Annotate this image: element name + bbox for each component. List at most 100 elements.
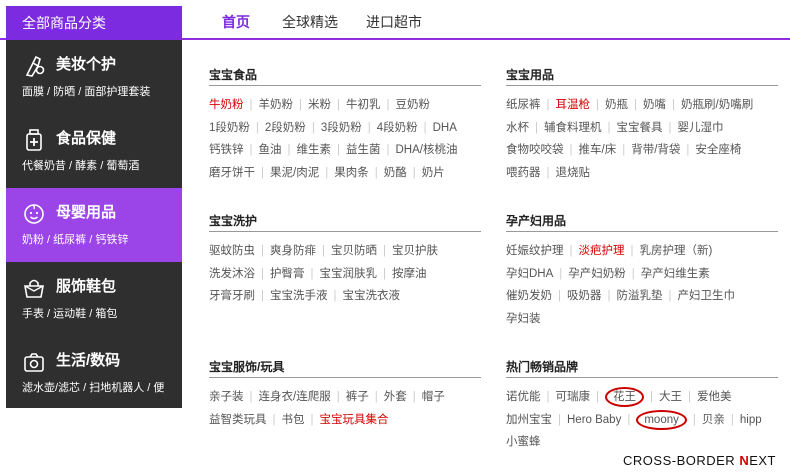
- category-link[interactable]: 纸尿裤: [506, 99, 541, 111]
- category-link[interactable]: 淡疤护理: [579, 245, 625, 257]
- category-link[interactable]: 外套: [384, 391, 407, 403]
- category-link[interactable]: 防溢乳垫: [617, 290, 663, 302]
- category-link[interactable]: 宝贝护肤: [392, 245, 438, 257]
- category-link[interactable]: 奶酪: [384, 167, 407, 179]
- category-link[interactable]: 裤子: [346, 391, 369, 403]
- category-link[interactable]: 奶瓶刷/奶嘴刷: [681, 99, 753, 111]
- category-link[interactable]: 洗发沐浴: [209, 268, 255, 280]
- tab-global-selection[interactable]: 全球精选: [282, 12, 338, 32]
- category-link[interactable]: 1段奶粉: [209, 122, 250, 134]
- category-link[interactable]: 诺优能: [506, 391, 541, 403]
- sidebar-item-life-digital[interactable]: 生活/数码 滤水壶/滤芯 / 扫地机器人 / 便: [6, 336, 182, 408]
- separator: |: [634, 99, 637, 111]
- category-link[interactable]: 护臀膏: [270, 268, 305, 280]
- separator: |: [249, 99, 253, 111]
- separator: |: [374, 391, 378, 403]
- category-link[interactable]: 牛初乳: [346, 99, 381, 111]
- category-link[interactable]: 乳房护理（新): [640, 245, 713, 257]
- category-link[interactable]: 果肉条: [334, 167, 369, 179]
- category-link[interactable]: 牛奶粉: [209, 99, 244, 111]
- category-link[interactable]: 背带/背袋: [631, 144, 680, 156]
- category-link[interactable]: 米粉: [308, 99, 331, 111]
- bag-icon: [24, 279, 44, 298]
- category-link[interactable]: 维生素: [297, 144, 332, 156]
- category-link[interactable]: 辅食料理机: [544, 122, 602, 134]
- category-link[interactable]: 奶嘴: [643, 99, 666, 111]
- category-link[interactable]: 爽身防痱: [270, 245, 316, 257]
- link-row: 钙铁锌 | 鱼油 | 维生素 | 益生菌 | DHA/核桃油: [209, 139, 481, 162]
- category-link[interactable]: 大王: [659, 391, 682, 403]
- category-link[interactable]: 宝宝玩具集合: [320, 414, 389, 426]
- category-link[interactable]: 安全座椅: [695, 144, 741, 156]
- category-link[interactable]: hipp: [740, 414, 762, 426]
- category-link[interactable]: 亲子装: [209, 391, 244, 403]
- category-link[interactable]: 可瑞康: [556, 391, 591, 403]
- category-link[interactable]: 加州宝宝: [506, 414, 552, 426]
- category-link[interactable]: 孕妇DHA: [506, 268, 553, 280]
- link-row: 牙膏牙刷 | 宝宝洗手液 | 宝宝洗衣液: [209, 285, 481, 308]
- category-link[interactable]: 退烧贴: [556, 167, 591, 179]
- category-link[interactable]: 宝贝防晒: [331, 245, 377, 257]
- separator: |: [249, 391, 253, 403]
- separator: |: [299, 99, 302, 111]
- category-link[interactable]: 宝宝洗衣液: [343, 290, 401, 302]
- separator: |: [535, 121, 538, 134]
- category-link[interactable]: 宝宝洗手液: [270, 290, 328, 302]
- category-link[interactable]: 益生菌: [346, 144, 381, 156]
- category-link[interactable]: 妊娠纹护理: [506, 245, 564, 257]
- separator: |: [310, 413, 314, 426]
- category-link[interactable]: 益智类玩具: [209, 414, 267, 426]
- category-link[interactable]: 水杯: [506, 122, 529, 134]
- category-link[interactable]: 推车/床: [579, 144, 617, 156]
- category-link[interactable]: 贝亲: [702, 414, 725, 426]
- separator: |: [627, 413, 631, 426]
- category-link[interactable]: 花王: [605, 387, 644, 407]
- category-link[interactable]: 奶片: [422, 167, 445, 179]
- category-link[interactable]: 豆奶粉: [396, 99, 431, 111]
- category-link[interactable]: 吸奶器: [567, 290, 602, 302]
- category-link[interactable]: 钙铁锌: [209, 144, 244, 156]
- section-title: 宝宝洗护: [209, 210, 481, 232]
- category-link[interactable]: 婴儿湿巾: [678, 122, 724, 134]
- category-link[interactable]: 耳温枪: [556, 99, 591, 111]
- category-link[interactable]: 鱼油: [259, 144, 282, 156]
- category-link[interactable]: moony: [636, 409, 687, 430]
- category-link[interactable]: 书包: [282, 414, 305, 426]
- section-baby-apparel-toys: 宝宝服饰/玩具 亲子装 | 连身衣/连爬服 | 裤子 | 外套 | 帽子 益智类玩具 | 书包 | 宝宝玩…: [209, 356, 481, 431]
- category-link[interactable]: 孕产妇奶粉: [568, 268, 626, 280]
- category-link[interactable]: 喂药器: [506, 167, 541, 179]
- all-categories-button[interactable]: 全部商品分类: [6, 6, 182, 40]
- category-link[interactable]: 奶瓶: [605, 99, 628, 111]
- category-link[interactable]: 小蜜蜂: [506, 436, 541, 448]
- category-link[interactable]: 3段奶粉: [321, 122, 362, 134]
- category-panel: 宝宝食品 牛奶粉 | 羊奶粉 | 米粉 | 牛初乳 | 豆奶粉 1段奶粉 | 2段奶粉 | 3段奶粉 | 4段…: [182, 40, 790, 476]
- category-link[interactable]: 帽子: [422, 391, 445, 403]
- category-link[interactable]: 羊奶粉: [259, 99, 294, 111]
- category-link[interactable]: 宝宝餐具: [617, 122, 663, 134]
- category-link[interactable]: DHA: [433, 122, 457, 134]
- category-link[interactable]: 牙膏牙刷: [209, 290, 255, 302]
- category-link[interactable]: 孕产妇维生素: [641, 268, 710, 280]
- sidebar-item-baby[interactable]: 母婴用品 奶粉 / 纸尿裤 / 钙铁锌: [6, 188, 182, 262]
- category-link[interactable]: 2段奶粉: [265, 122, 306, 134]
- category-link[interactable]: 磨牙饼干: [209, 167, 255, 179]
- category-link[interactable]: 连身衣/连爬服: [259, 391, 331, 403]
- separator: |: [559, 267, 563, 280]
- category-link[interactable]: 催奶发奶: [506, 290, 552, 302]
- category-link[interactable]: 按摩油: [392, 268, 427, 280]
- category-link[interactable]: 产妇卫生巾: [678, 290, 736, 302]
- category-link[interactable]: 孕妇装: [506, 313, 541, 325]
- sidebar-item-food-health[interactable]: 食品保健 代餐奶昔 / 酵素 / 葡萄酒: [6, 114, 182, 188]
- category-link[interactable]: Hero Baby: [567, 414, 621, 426]
- sidebar-item-apparel[interactable]: 服饰鞋包 手表 / 运动鞋 / 箱包: [6, 262, 182, 336]
- category-link[interactable]: 4段奶粉: [377, 122, 418, 134]
- category-link[interactable]: 驱蚊防虫: [209, 245, 255, 257]
- category-link[interactable]: DHA/核桃油: [396, 144, 458, 156]
- tab-home[interactable]: 首页: [222, 12, 250, 32]
- category-link[interactable]: 果泥/肉泥: [270, 167, 319, 179]
- sidebar-item-beauty[interactable]: 美妆个护 面膜 / 防晒 / 面部护理套装: [6, 40, 182, 114]
- tab-import-supermarket[interactable]: 进口超市: [366, 12, 422, 32]
- category-link[interactable]: 宝宝润肤乳: [320, 268, 378, 280]
- category-link[interactable]: 爱他美: [697, 391, 732, 403]
- category-link[interactable]: 食物咬咬袋: [506, 144, 564, 156]
